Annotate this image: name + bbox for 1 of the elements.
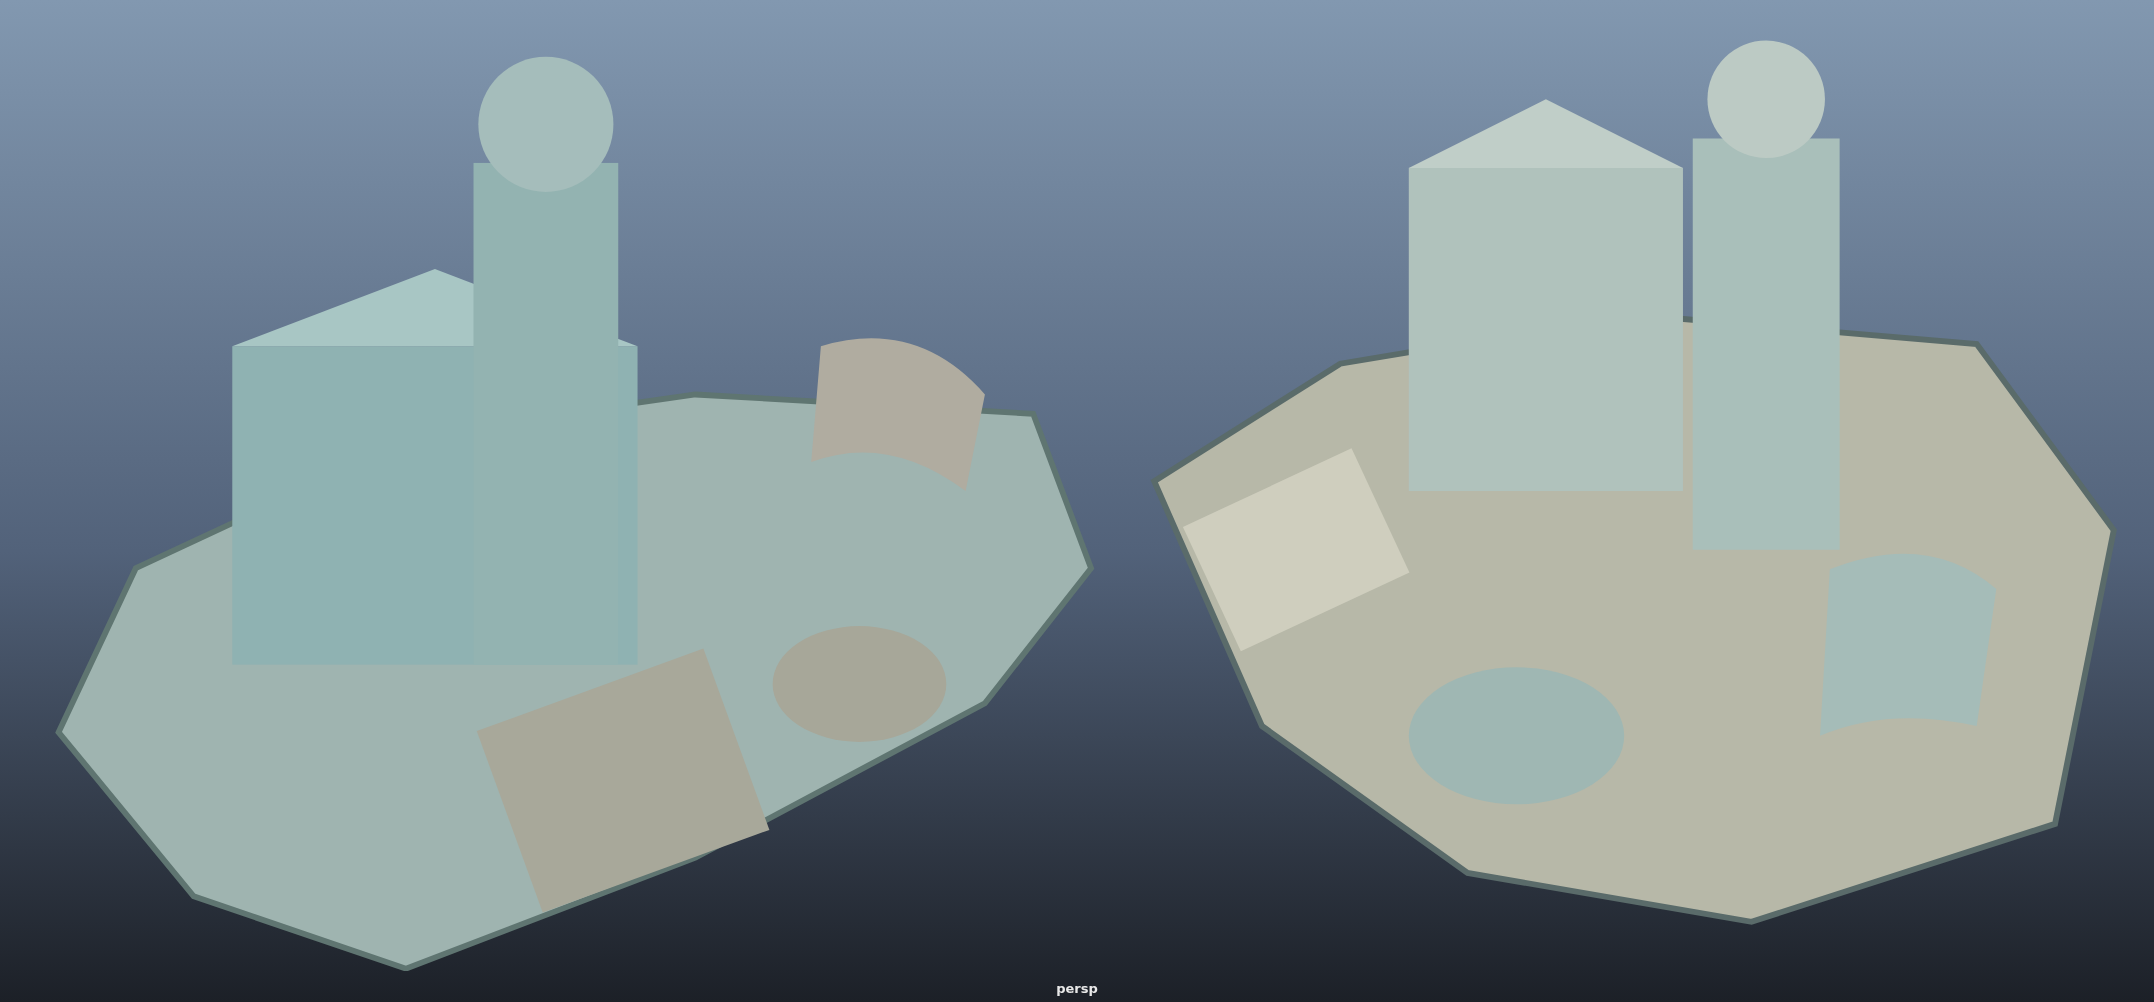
camera-label: persp <box>1056 981 1098 996</box>
